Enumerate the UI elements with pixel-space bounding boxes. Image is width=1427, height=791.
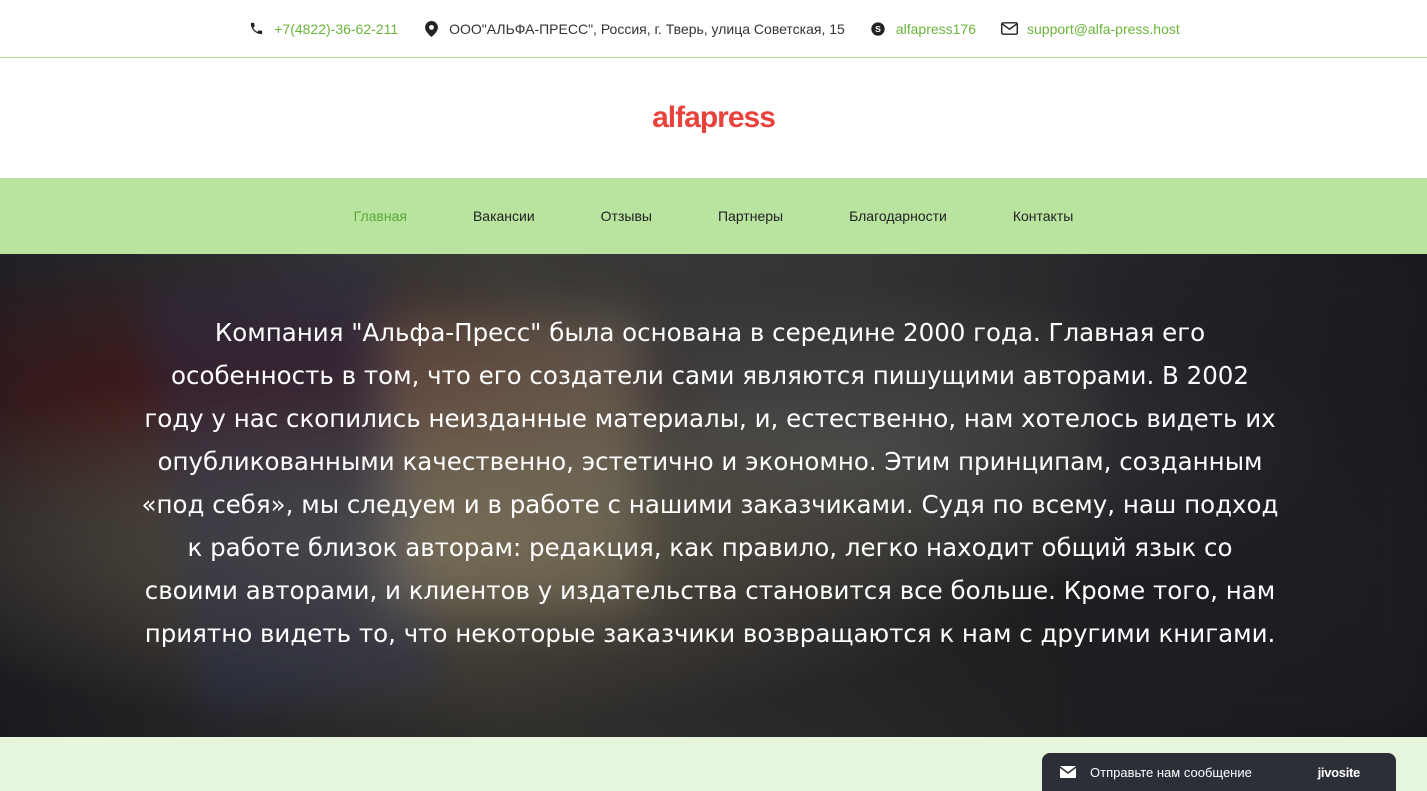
address-contact: ООО"АЛЬФА-ПРЕСС", Россия, г. Тверь, улиц… bbox=[422, 20, 845, 38]
nav-item-contacts[interactable]: Контакты bbox=[1013, 208, 1073, 224]
nav-item-vacancies[interactable]: Вакансии bbox=[473, 208, 535, 224]
main-nav: Главная Вакансии Отзывы Партнеры Благода… bbox=[0, 178, 1427, 254]
email-contact[interactable]: support@alfa-press.host bbox=[1000, 20, 1180, 38]
nav-item-reviews[interactable]: Отзывы bbox=[601, 208, 652, 224]
phone-icon bbox=[247, 20, 265, 38]
site-logo[interactable]: alfapress bbox=[652, 101, 776, 135]
skype-icon: S bbox=[869, 20, 887, 38]
chat-brand: jivosite bbox=[1317, 764, 1361, 780]
svg-text:S: S bbox=[875, 24, 881, 34]
top-contact-bar: +7(4822)-36-62-211 ООО"АЛЬФА-ПРЕСС", Рос… bbox=[0, 0, 1427, 58]
nav-item-thanks[interactable]: Благодарности bbox=[849, 208, 947, 224]
nav-item-home[interactable]: Главная bbox=[354, 208, 407, 224]
hero-description: Компания "Альфа-Пресс" была основана в с… bbox=[141, 318, 1279, 648]
phone-link[interactable]: +7(4822)-36-62-211 bbox=[274, 21, 398, 37]
phone-contact[interactable]: +7(4822)-36-62-211 bbox=[247, 20, 398, 38]
hero-section: Компания "Альфа-Пресс" была основана в с… bbox=[0, 254, 1427, 737]
skype-link[interactable]: alfapress176 bbox=[896, 21, 976, 37]
email-link[interactable]: support@alfa-press.host bbox=[1027, 21, 1180, 37]
chat-mail-icon bbox=[1060, 766, 1076, 778]
mail-icon bbox=[1000, 20, 1018, 38]
location-icon bbox=[422, 20, 440, 38]
skype-contact[interactable]: S alfapress176 bbox=[869, 20, 976, 38]
chat-widget[interactable]: Отправьте нам сообщение jivosite bbox=[1042, 753, 1396, 791]
chat-label: Отправьте нам сообщение bbox=[1090, 764, 1252, 780]
logo-area: alfapress bbox=[0, 58, 1427, 178]
address-text: ООО"АЛЬФА-ПРЕСС", Россия, г. Тверь, улиц… bbox=[449, 20, 845, 37]
nav-item-partners[interactable]: Партнеры bbox=[718, 208, 783, 224]
